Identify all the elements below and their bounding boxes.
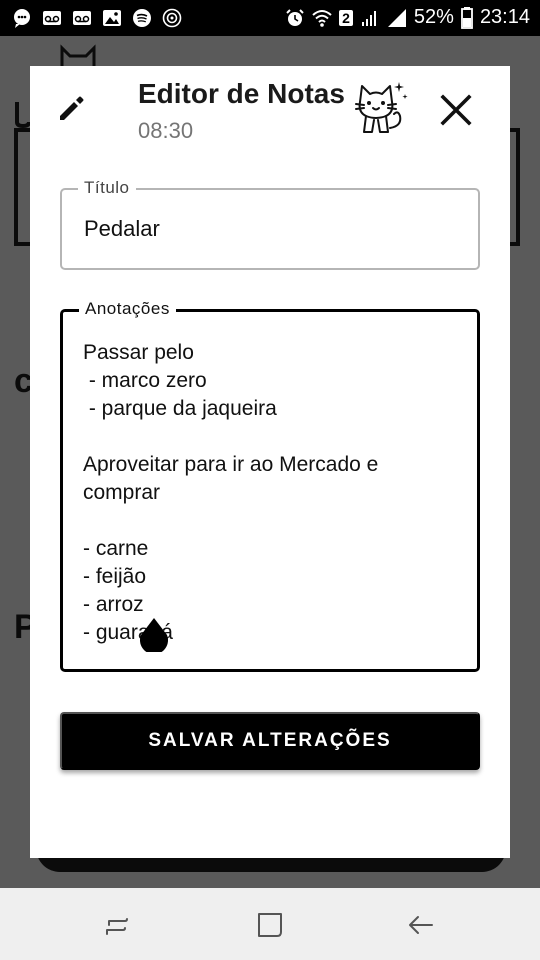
- dialog-title: Editor de Notas: [138, 78, 345, 109]
- battery-percent: 52%: [413, 6, 454, 28]
- wifi-icon: [312, 9, 332, 27]
- text-cursor-handle[interactable]: [139, 618, 169, 652]
- title-field[interactable]: Título Pedalar: [60, 178, 480, 270]
- voicemail-icon: [43, 11, 61, 25]
- notes-textarea-value[interactable]: Passar pelo - marco zero - parque da jaq…: [83, 339, 378, 647]
- target-icon: [162, 8, 182, 28]
- pencil-icon: [60, 96, 84, 120]
- save-changes-button[interactable]: SALVAR ALTERAÇÕES: [60, 712, 480, 770]
- navigation-bar: [0, 888, 540, 960]
- alarm-icon: [286, 8, 304, 26]
- note-time: 08:30: [138, 118, 194, 143]
- signal-icon: [361, 10, 376, 26]
- signal-icon: [387, 8, 406, 27]
- title-input-value[interactable]: Pedalar: [84, 216, 160, 242]
- status-bar: 2 52% 23:14: [0, 0, 540, 36]
- voicemail-icon: [73, 11, 91, 25]
- battery-icon: [461, 6, 473, 29]
- note-editor-dialog: Editor de Notas 08:30 Título Pedalar Ano…: [30, 66, 510, 858]
- wifi-badge: 2: [339, 9, 353, 26]
- system-status: 2 52% 23:14: [285, 6, 530, 29]
- notification-icons: [12, 8, 182, 28]
- notes-field[interactable]: Anotações Passar pelo - marco zero - par…: [60, 299, 480, 672]
- close-icon[interactable]: [438, 92, 474, 128]
- spotify-icon: [133, 9, 151, 27]
- cat-icon: [355, 82, 408, 133]
- chat-icon: [14, 9, 30, 28]
- clock: 23:14: [479, 6, 530, 28]
- image-icon: [103, 10, 121, 26]
- recent-apps-icon[interactable]: [100, 908, 134, 942]
- back-icon[interactable]: [404, 908, 438, 942]
- home-icon[interactable]: [253, 908, 287, 942]
- notes-field-label: Anotações: [79, 299, 176, 319]
- cat-logo-icon: [60, 44, 96, 66]
- title-field-label: Título: [78, 178, 136, 198]
